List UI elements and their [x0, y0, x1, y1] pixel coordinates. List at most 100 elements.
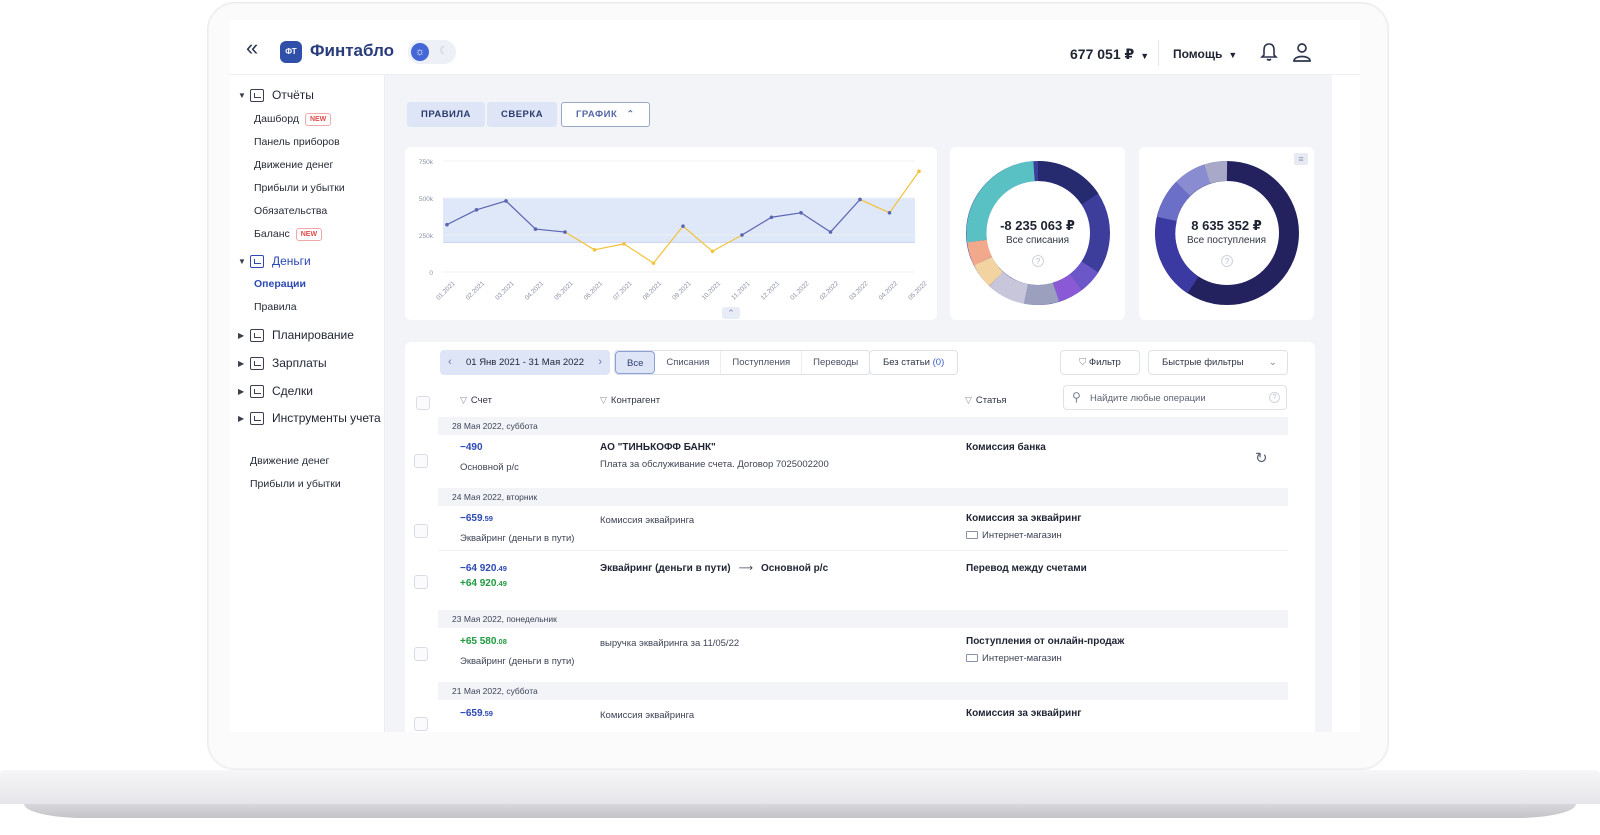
filter-expenses[interactable]: Списания — [655, 351, 722, 374]
sidebar-group-label: Деньги — [272, 254, 311, 268]
column-counterparty[interactable]: ▽ Контрагент — [600, 395, 660, 406]
row-checkbox[interactable] — [414, 454, 428, 468]
row-checkbox[interactable] — [414, 575, 428, 589]
operation-category: Комиссия банка — [966, 442, 1046, 453]
caret-right-icon: ▶ — [238, 413, 245, 423]
help-icon[interactable]: ? — [1269, 392, 1280, 403]
line-chart: 750k 500k 250k 001.2021 02.2021 03.2021 04.202… — [419, 159, 929, 302]
help-icon[interactable]: ? — [1032, 255, 1044, 267]
sidebar-item-instruments-panel[interactable]: Панель приборов — [254, 136, 340, 148]
sidebar-group-accounting-tools[interactable]: ▶ Инструменты учета — [238, 411, 381, 425]
caret-right-icon: ▶ — [238, 358, 245, 368]
chevron-right-icon[interactable]: › — [598, 350, 602, 375]
operation-project: Интернет-магазин — [966, 653, 1062, 664]
wallet-icon — [250, 254, 264, 268]
sun-icon: ☼ — [411, 43, 429, 61]
sidebar-group-reports[interactable]: ▼ Отчёты — [238, 88, 314, 102]
tab-reconciliation[interactable]: СВЕРКА — [487, 102, 558, 127]
donut-segment — [1157, 182, 1191, 222]
column-account[interactable]: ▽ Счет — [460, 395, 492, 406]
filter-all[interactable]: Все — [615, 351, 656, 374]
sidebar-item-liabilities[interactable]: Обязательства — [254, 205, 327, 217]
filter-button[interactable]: ⛉ Фильтр — [1060, 350, 1140, 375]
amount-cents: .49 — [496, 579, 507, 588]
sidebar-shortcut-profit-loss[interactable]: Прибыли и убытки — [250, 478, 341, 490]
x-tick-label: 04.2021 — [524, 280, 546, 302]
expenses-donut-card: -8 235 063 ₽ Все списания ? — [950, 147, 1125, 320]
user-icon[interactable] — [1292, 42, 1312, 62]
sidebar-item-cashflow[interactable]: Движение денег — [254, 159, 333, 171]
collapse-sidebar-button[interactable]: « — [246, 37, 258, 59]
x-tick-label: 04.2022 — [878, 280, 900, 302]
help-dropdown[interactable]: Помощь ▼ — [1173, 47, 1237, 61]
search-input[interactable] — [1090, 390, 1266, 406]
balance-dropdown[interactable]: 677 051 ₽ ▼ — [1070, 46, 1149, 63]
amount-cents: .59 — [482, 514, 493, 523]
sidebar-group-label: Сделки — [272, 384, 313, 398]
row-checkbox[interactable] — [414, 524, 428, 538]
tab-rules[interactable]: ПРАВИЛА — [407, 102, 485, 127]
row-checkbox[interactable] — [414, 717, 428, 731]
x-tick-label: 01.2022 — [789, 280, 811, 302]
operation-amount: −490 — [460, 442, 483, 453]
date-range-label: 01 Янв 2021 - 31 Мая 2022 — [465, 357, 584, 368]
row-checkbox[interactable] — [414, 647, 428, 661]
data-point — [504, 199, 508, 203]
sidebar-group-label: Отчёты — [272, 88, 314, 102]
operation-amount: +65 580.08 — [460, 636, 507, 647]
operation-category: Поступления от онлайн-продаж — [966, 636, 1125, 647]
filter-transfers[interactable]: Переводы — [802, 351, 869, 374]
tab-chart[interactable]: ГРАФИК ⌃ — [561, 102, 650, 127]
amount-cents: .59 — [482, 709, 493, 718]
sidebar-shortcut-cashflow[interactable]: Движение денег — [250, 455, 329, 467]
donut-segment — [1024, 282, 1060, 305]
series-segment — [623, 243, 654, 264]
sidebar-group-deals[interactable]: ▶ Сделки — [238, 384, 313, 398]
top-bar: « ФТ Финтабло ☼ ☾ 677 051 ₽ ▼ Помощь ▼ — [230, 20, 1360, 75]
income-label: Все поступления — [1186, 235, 1266, 246]
app-screen: « ФТ Финтабло ☼ ☾ 677 051 ₽ ▼ Помощь ▼ ▼ От… — [230, 20, 1360, 732]
date-range-picker[interactable]: ‹ 01 Янв 2021 - 31 Мая 2022 › — [440, 350, 610, 375]
sidebar-item-dashboard[interactable]: Дашборд NEW — [254, 113, 332, 126]
person-card-icon — [250, 356, 264, 370]
operation-category: Перевод между счетами — [966, 563, 1087, 574]
day-header: 28 Мая 2022, суббота — [438, 417, 1288, 435]
bell-icon[interactable] — [1260, 42, 1278, 62]
sidebar-group-planning[interactable]: ▶ Планирование — [238, 328, 354, 342]
caret-right-icon: ▶ — [238, 386, 245, 396]
x-tick-label: 05.2022 — [907, 280, 929, 302]
amount-cents: .49 — [496, 564, 507, 573]
undo-icon[interactable]: ↻ — [1255, 449, 1268, 467]
chevron-left-icon[interactable]: ‹ — [448, 350, 452, 375]
transfer-route: Эквайринг (деньги в пути) ⟶ Основной р/с — [600, 563, 828, 574]
new-badge: NEW — [295, 228, 323, 241]
data-point — [769, 215, 774, 220]
column-category[interactable]: ▽ Статья — [965, 395, 1007, 406]
no-category-button[interactable]: Без статьи (0) — [869, 350, 959, 375]
chart-card: 750k 500k 250k 0 01.2021 02.2021 03.2021 04.202… — [405, 147, 937, 320]
day-header: 21 Мая 2022, суббота — [438, 682, 1288, 700]
operation-amount: −659.59 — [460, 708, 493, 719]
theme-toggle[interactable]: ☼ ☾ — [408, 40, 456, 64]
sidebar-group-salaries[interactable]: ▶ Зарплаты — [238, 356, 327, 370]
tab-chart-label: ГРАФИК — [576, 109, 618, 120]
sidebar-item-profit-loss[interactable]: Прибыли и убытки — [254, 182, 345, 194]
sidebar-item-balance[interactable]: Баланс NEW — [254, 228, 323, 241]
sidebar-group-money[interactable]: ▼ Деньги — [238, 254, 311, 268]
select-all-checkbox[interactable] — [416, 396, 430, 410]
sidebar-item-operations[interactable]: Операции — [254, 278, 306, 290]
caret-down-icon: ▼ — [238, 256, 246, 266]
menu-icon[interactable]: ≡ — [1294, 153, 1308, 165]
quick-filters-dropdown[interactable]: Быстрые фильтры ⌄ — [1148, 350, 1288, 375]
sidebar-item-rules[interactable]: Правила — [254, 301, 297, 313]
x-tick-label: 02.2022 — [819, 280, 841, 302]
collapse-chart-button[interactable]: ⌃ — [722, 307, 740, 319]
data-point — [887, 211, 892, 215]
balance-value: 677 051 ₽ — [1070, 46, 1135, 62]
x-tick-label: 03.2021 — [494, 280, 516, 302]
help-icon[interactable]: ? — [1221, 255, 1233, 267]
operation-description: Плата за обслуживание счета. Договор 702… — [600, 459, 829, 470]
quick-filters-label: Быстрые фильтры — [1162, 357, 1244, 368]
filter-income[interactable]: Поступления — [721, 351, 803, 374]
amount-integer: −64 920 — [460, 563, 497, 574]
